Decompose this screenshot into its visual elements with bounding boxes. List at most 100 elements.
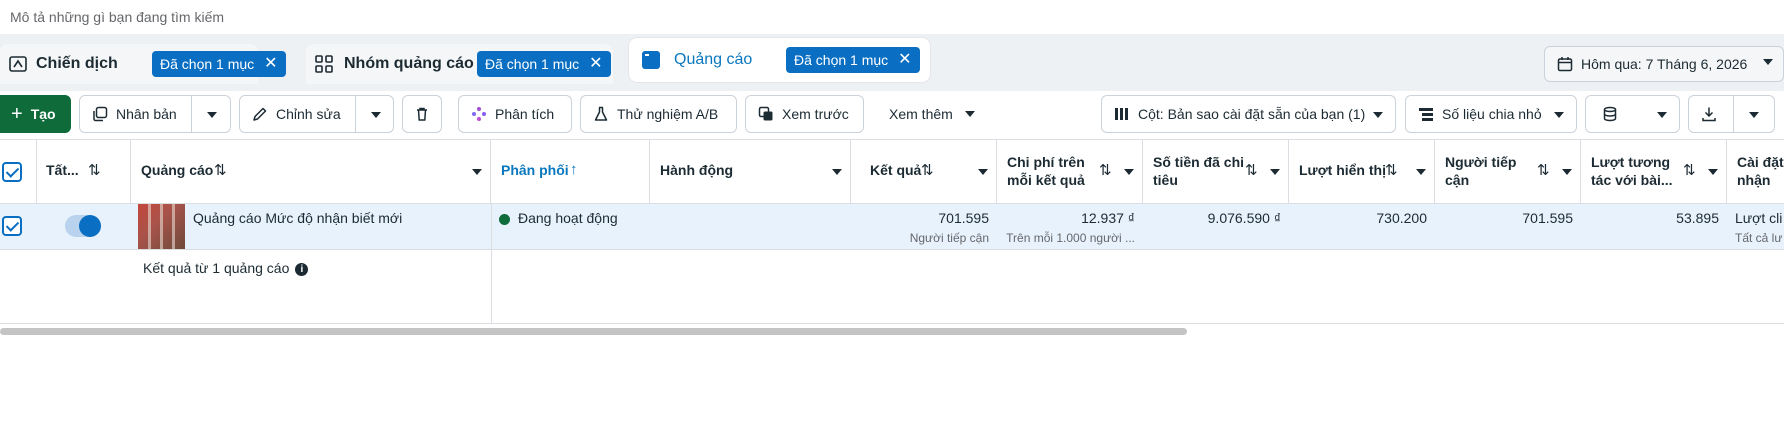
chevron-down-icon[interactable] <box>1562 169 1572 175</box>
header-reach[interactable]: Người tiếp cận ⇅ <box>1435 140 1581 204</box>
see-more-button[interactable]: Xem thêm <box>872 95 984 133</box>
chevron-down-icon[interactable] <box>207 112 217 118</box>
level-tabs: Chiến dịch Đã chọn 1 mục ✕ Nhóm quảng cá… <box>0 34 1784 91</box>
analyze-label: Phân tích <box>495 106 555 122</box>
chevron-down-icon[interactable] <box>1270 169 1280 175</box>
divider <box>355 96 356 132</box>
settings-subtext: Tất cả lư <box>1735 231 1783 245</box>
chevron-down-icon[interactable] <box>1416 169 1426 175</box>
duplicate-label: Nhân bản <box>116 106 177 122</box>
delivery-status: Đang hoạt động <box>518 210 618 226</box>
export-button[interactable] <box>1688 95 1775 133</box>
ad-thumbnail[interactable] <box>138 204 185 249</box>
header-amount-spent[interactable]: Số tiền đã chi tiêu ⇅ <box>1143 140 1289 204</box>
header-cost-per-result[interactable]: Chi phí trên mỗi kết quả ⇅ <box>997 140 1143 204</box>
sort-icon[interactable]: ⇅ <box>1537 161 1550 179</box>
columns-button[interactable]: Cột: Bản sao cài đặt sẵn của bạn (1) <box>1101 95 1396 133</box>
ab-test-button[interactable]: Thử nghiệm A/B <box>580 95 737 133</box>
analyze-button[interactable]: Phân tích <box>458 95 572 133</box>
header-label: Chi phí trên mỗi kết quả <box>1007 154 1085 188</box>
reports-button[interactable] <box>1585 95 1680 133</box>
sort-icon[interactable]: ⇅ <box>1245 161 1258 179</box>
select-all-checkbox[interactable] <box>2 162 22 182</box>
sort-icon[interactable]: ⇅ <box>921 161 934 179</box>
search-input[interactable] <box>0 4 900 30</box>
row-checkbox[interactable] <box>2 216 22 236</box>
chevron-down-icon[interactable] <box>1124 169 1134 175</box>
header-results[interactable]: Kết quả ⇅ <box>851 140 997 204</box>
summary-text: Kết quả từ 1 quảng cáo i <box>143 260 309 276</box>
flask-icon <box>594 106 608 121</box>
header-actions[interactable]: Hành động <box>650 140 851 204</box>
info-icon[interactable]: i <box>295 263 309 276</box>
cost-per-result-cell: 12.937 ₫ Trên mỗi 1.000 người ... <box>997 204 1143 250</box>
chevron-down-icon[interactable] <box>1749 112 1759 118</box>
summary-label: Kết quả từ 1 quảng cáo <box>143 260 290 276</box>
table-row[interactable]: Quảng cáo Mức độ nhận biết mới Đang hoạt… <box>0 204 1784 250</box>
see-more-label: Xem thêm <box>889 106 953 122</box>
header-ad[interactable]: Quảng cáo ⇅ <box>131 140 491 204</box>
reports-icon <box>1603 106 1617 122</box>
close-icon[interactable]: ✕ <box>264 56 277 72</box>
toolbar: + Tạo Nhân bản Chỉnh sửa Phân tích Thử n… <box>0 91 1784 139</box>
header-select-all[interactable] <box>0 140 37 204</box>
header-delivery[interactable]: Phân phối ↑ <box>491 140 650 204</box>
tab-campaigns[interactable]: Chiến dịch Đã chọn 1 mục ✕ <box>0 44 286 84</box>
edit-button[interactable]: Chỉnh sửa <box>239 95 394 133</box>
chevron-down-icon <box>1763 59 1773 65</box>
chevron-down-icon <box>1554 112 1564 118</box>
duplicate-icon <box>93 106 108 122</box>
sort-icon[interactable]: ⇅ <box>88 161 101 179</box>
impressions-value: 730.200 <box>1376 210 1427 226</box>
tab-ad-sets[interactable]: Nhóm quảng cáo Đã chọn 1 mục ✕ <box>306 44 613 84</box>
header-label: Số tiền đã chi tiêu <box>1153 154 1245 188</box>
chevron-down-icon[interactable] <box>978 169 988 175</box>
header-engagement[interactable]: Lượt tương tác với bài... ⇅ <box>1581 140 1727 204</box>
frozen-column-divider <box>491 204 492 324</box>
sort-icon[interactable]: ⇅ <box>1683 161 1696 179</box>
selected-chip[interactable]: Đã chọn 1 mục ✕ <box>786 47 920 73</box>
chevron-down-icon[interactable] <box>371 112 381 118</box>
plus-icon: + <box>11 102 23 125</box>
close-icon[interactable]: ✕ <box>589 56 602 72</box>
breakdown-label: Số liệu chia nhỏ <box>1442 106 1542 122</box>
chevron-down-icon[interactable] <box>832 169 842 175</box>
header-label: Phân phối <box>501 162 569 178</box>
tab-label: Quảng cáo <box>674 51 753 68</box>
date-range-picker[interactable]: Hôm qua: 7 Tháng 6, 2026 <box>1544 46 1784 82</box>
header-label: Lượt tương tác với bài... <box>1591 154 1673 188</box>
header-settings[interactable]: Cài đặt nhận <box>1727 140 1784 204</box>
close-icon[interactable]: ✕ <box>898 52 911 68</box>
toggle-knob <box>79 215 101 237</box>
delivery-cell: Đang hoạt động <box>491 204 650 250</box>
sort-icon[interactable]: ⇅ <box>214 161 227 179</box>
tab-ads[interactable]: Quảng cáo Đã chọn 1 mục ✕ <box>629 38 930 82</box>
download-icon <box>1702 107 1716 122</box>
preview-button[interactable]: Xem trước <box>745 95 864 133</box>
selected-chip[interactable]: Đã chọn 1 mục ✕ <box>152 51 286 77</box>
ad-name[interactable]: Quảng cáo Mức độ nhận biết mới <box>193 210 402 226</box>
chevron-down-icon[interactable] <box>472 169 482 175</box>
selected-chip[interactable]: Đã chọn 1 mục ✕ <box>477 51 611 77</box>
edit-label: Chỉnh sửa <box>276 106 341 122</box>
header-impressions[interactable]: Lượt hiển thị ⇅ <box>1289 140 1435 204</box>
chip-label: Đã chọn 1 mục <box>485 56 580 72</box>
sort-icon[interactable]: ⇅ <box>1099 161 1112 179</box>
delete-button[interactable] <box>402 95 442 133</box>
breakdown-icon <box>1419 108 1433 121</box>
settings-value: Lượt cli <box>1735 210 1783 226</box>
breakdown-button[interactable]: Số liệu chia nhỏ <box>1405 95 1577 133</box>
cost-per-result-value: 12.937 ₫ <box>1081 210 1135 226</box>
horizontal-scrollbar[interactable] <box>0 328 1187 335</box>
results-cell: 701.595 Người tiếp cận <box>851 204 997 250</box>
chevron-down-icon[interactable] <box>1708 169 1718 175</box>
duplicate-button[interactable]: Nhân bản <box>79 95 231 133</box>
create-button[interactable]: + Tạo <box>0 95 71 133</box>
header-all[interactable]: Tất... ⇅ <box>37 140 131 204</box>
on-off-toggle[interactable] <box>65 215 101 237</box>
sort-icon[interactable]: ⇅ <box>1385 161 1398 179</box>
impressions-cell: 730.200 <box>1289 204 1435 250</box>
sort-ascending-icon[interactable]: ↑ <box>570 161 578 178</box>
header-label: Kết quả <box>870 162 922 178</box>
divider <box>1733 96 1734 132</box>
